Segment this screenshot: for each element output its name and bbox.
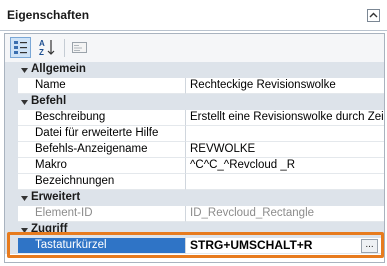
property-value[interactable]: ^C^C_^Revcloud _R <box>186 158 384 174</box>
row-gutter <box>5 78 18 94</box>
property-row-bezeichnungen[interactable]: Bezeichnungen <box>5 174 384 190</box>
property-value: ID_Revcloud_Rectangle <box>186 206 384 222</box>
property-row-makro[interactable]: Makro ^C^C_^Revcloud _R <box>5 158 384 174</box>
collapse-toggle-icon[interactable] <box>20 226 29 235</box>
row-gutter <box>5 238 18 254</box>
collapse-toggle-icon[interactable] <box>20 194 29 203</box>
properties-panel: Eigenschaften A Z Allgemein Name Rechtec… <box>0 0 387 266</box>
property-row-element-id: Element-ID ID_Revcloud_Rectangle <box>5 206 384 222</box>
category-label: Befehl <box>31 95 67 107</box>
property-value[interactable] <box>186 174 384 190</box>
category-befehl[interactable]: Befehl <box>5 94 384 110</box>
row-gutter <box>5 158 18 174</box>
property-value[interactable] <box>186 126 384 142</box>
property-value[interactable]: Rechteckige Revisionswolke <box>186 78 384 94</box>
property-name: Datei für erweiterte Hilfe <box>18 126 186 142</box>
property-value[interactable]: REVWOLKE <box>186 142 384 158</box>
category-label: Allgemein <box>31 63 86 75</box>
property-name: Befehls-Anzeigename <box>18 142 186 158</box>
category-label: Erweitert <box>31 191 81 203</box>
collapse-icon[interactable] <box>367 9 380 22</box>
collapse-toggle-icon[interactable] <box>20 66 29 75</box>
shortcut-value[interactable]: STRG+UMSCHALT+R <box>186 238 384 254</box>
property-name: Tastaturkürzel <box>18 238 186 254</box>
property-name: Bezeichnungen <box>18 174 186 190</box>
row-gutter <box>5 206 18 222</box>
property-row-tastaturkuerzel[interactable]: Tastaturkürzel STRG+UMSCHALT+R ... <box>5 238 384 254</box>
row-gutter <box>5 110 18 126</box>
category-label: Zugriff <box>31 223 68 235</box>
category-allgemein[interactable]: Allgemein <box>5 62 384 78</box>
property-row-beschreibung[interactable]: Beschreibung Erstellt eine Revisionswolk… <box>5 110 384 126</box>
property-name: Element-ID <box>18 206 186 222</box>
panel-title: Eigenschaften <box>7 8 90 22</box>
sort-alphabetical-icon[interactable]: A Z <box>36 37 57 58</box>
row-gutter <box>5 174 18 190</box>
property-value[interactable]: Erstellt eine Revisionswolke durch Zeich <box>186 110 384 126</box>
categorized-view-icon[interactable] <box>10 37 31 58</box>
property-grid: Allgemein Name Rechteckige Revisionswolk… <box>5 62 384 262</box>
property-name: Name <box>18 78 186 94</box>
category-erweitert[interactable]: Erweitert <box>5 190 384 206</box>
panel-title-bar: Eigenschaften <box>0 0 387 31</box>
svg-text:A: A <box>39 39 45 48</box>
svg-text:Z: Z <box>39 48 44 57</box>
ellipsis-button[interactable]: ... <box>361 239 378 253</box>
property-row-name[interactable]: Name Rechteckige Revisionswolke <box>5 78 384 94</box>
property-name: Makro <box>18 158 186 174</box>
row-gutter <box>5 142 18 158</box>
property-row-anzeigename[interactable]: Befehls-Anzeigename REVWOLKE <box>5 142 384 158</box>
row-gutter <box>5 126 18 142</box>
property-row-hilfedatei[interactable]: Datei für erweiterte Hilfe <box>5 126 384 142</box>
property-pages-icon[interactable] <box>69 37 90 58</box>
category-zugriff[interactable]: Zugriff <box>5 222 384 238</box>
toolbar-separator <box>64 39 65 57</box>
property-name: Beschreibung <box>18 110 186 126</box>
properties-toolbar: A Z <box>5 34 384 62</box>
collapse-toggle-icon[interactable] <box>20 98 29 107</box>
